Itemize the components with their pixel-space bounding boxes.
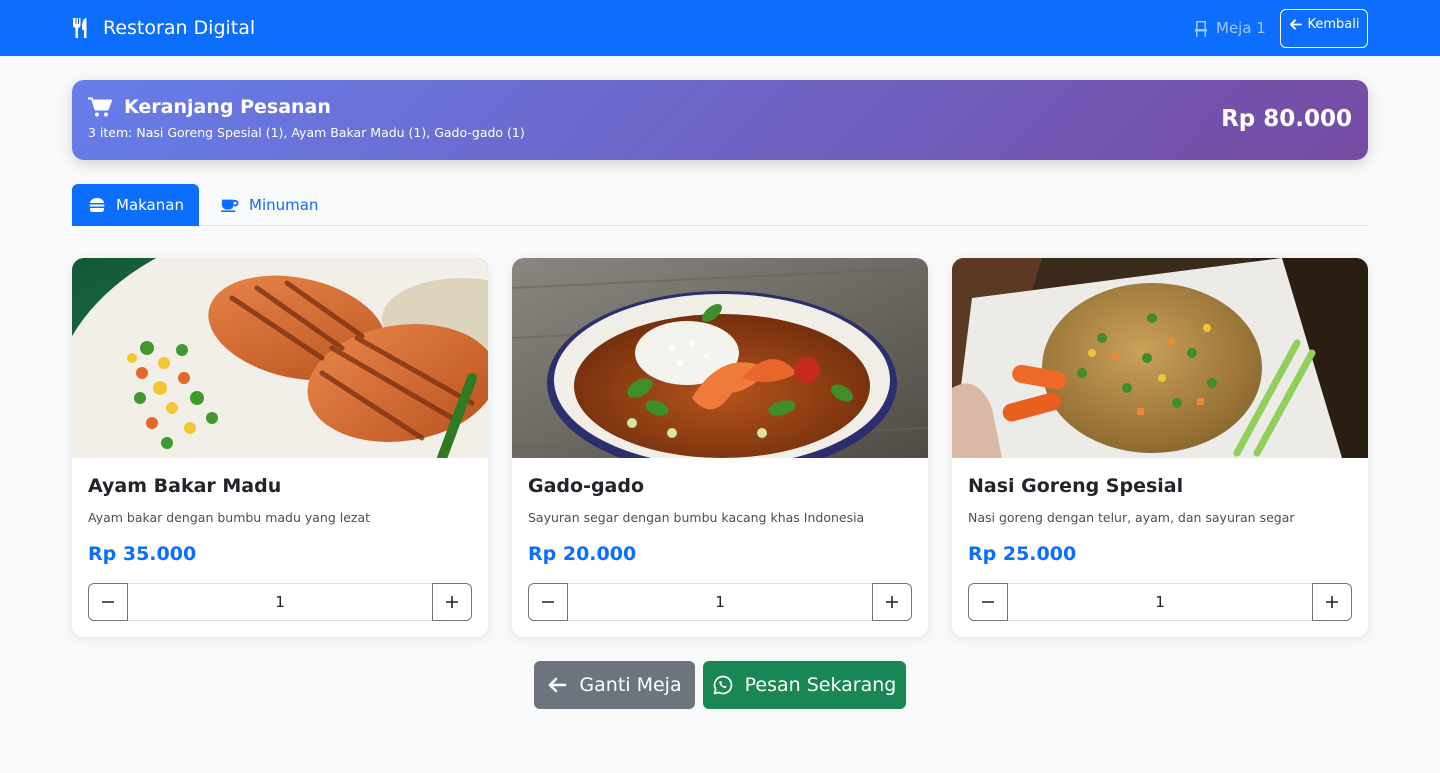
navbar-brand[interactable]: Restoran Digital — [72, 0, 255, 56]
decrease-quantity-button[interactable] — [968, 583, 1008, 621]
cart-icon — [88, 97, 112, 116]
chair-icon — [1195, 20, 1207, 37]
grilled-chicken-image — [72, 258, 488, 458]
menu-item-price: Rp 35.000 — [88, 543, 197, 565]
gado-gado-image — [512, 258, 928, 458]
minus-icon — [102, 601, 114, 603]
decrease-quantity-button[interactable] — [528, 583, 568, 621]
menu-item-description: Sayuran segar dengan bumbu kacang khas I… — [528, 510, 865, 525]
back-button-label: Kembali — [1307, 17, 1360, 32]
quantity-input[interactable] — [568, 583, 872, 621]
quantity-stepper — [528, 583, 912, 621]
back-button[interactable]: Kembali — [1280, 9, 1368, 48]
fried-rice-image — [952, 258, 1368, 458]
menu-card: Nasi Goreng Spesial Nasi goreng dengan t… — [952, 258, 1368, 637]
plus-icon — [446, 596, 458, 608]
whatsapp-icon — [713, 675, 732, 695]
menu-item-image — [952, 258, 1368, 458]
burger-icon — [89, 198, 105, 212]
order-now-label: Pesan Sekarang — [744, 674, 897, 696]
arrow-left-icon — [549, 677, 567, 693]
menu-card: Ayam Bakar Madu Ayam bakar dengan bumbu … — [72, 258, 488, 637]
category-tabs: Makanan Minuman — [72, 184, 1368, 226]
utensils-icon — [72, 18, 87, 38]
arrow-left-icon — [1289, 19, 1302, 30]
cart-items-summary: 3 item: Nasi Goreng Spesial (1), Ayam Ba… — [88, 125, 525, 140]
cart-title: Keranjang Pesanan — [88, 96, 331, 118]
quantity-input[interactable] — [128, 583, 432, 621]
table-label: Meja 1 — [1216, 19, 1266, 37]
minus-icon — [542, 601, 554, 603]
quantity-stepper — [968, 583, 1352, 621]
menu-item-name: Nasi Goreng Spesial — [968, 475, 1184, 497]
increase-quantity-button[interactable] — [432, 583, 472, 621]
change-table-button[interactable]: Ganti Meja — [534, 661, 695, 709]
navbar: Restoran Digital Meja 1 Kembali — [0, 0, 1440, 56]
menu-item-name: Gado-gado — [528, 475, 645, 497]
plus-icon — [1326, 596, 1338, 608]
tab-minuman[interactable]: Minuman — [221, 184, 318, 226]
tab-minuman-label: Minuman — [249, 196, 319, 214]
increase-quantity-button[interactable] — [872, 583, 912, 621]
brand-title: Restoran Digital — [103, 17, 256, 39]
decrease-quantity-button[interactable] — [88, 583, 128, 621]
menu-item-description: Nasi goreng dengan telur, ayam, dan sayu… — [968, 510, 1295, 525]
menu-item-name: Ayam Bakar Madu — [88, 475, 282, 497]
menu-item-price: Rp 25.000 — [968, 543, 1077, 565]
change-table-label: Ganti Meja — [579, 674, 682, 696]
quantity-stepper — [88, 583, 472, 621]
menu-item-image — [72, 258, 488, 458]
plus-icon — [886, 596, 898, 608]
increase-quantity-button[interactable] — [1312, 583, 1352, 621]
minus-icon — [982, 601, 994, 603]
menu-item-image — [512, 258, 928, 458]
cart-title-text: Keranjang Pesanan — [124, 96, 331, 118]
tab-makanan[interactable]: Makanan — [72, 184, 199, 226]
order-now-button[interactable]: Pesan Sekarang — [703, 661, 906, 709]
cart-total: Rp 80.000 — [1221, 106, 1352, 132]
menu-card: Gado-gado Sayuran segar dengan bumbu kac… — [512, 258, 928, 637]
table-indicator: Meja 1 — [1193, 0, 1266, 56]
menu-item-description: Ayam bakar dengan bumbu madu yang lezat — [88, 510, 371, 525]
quantity-input[interactable] — [1008, 583, 1312, 621]
tab-makanan-label: Makanan — [116, 196, 184, 214]
menu-item-price: Rp 20.000 — [528, 543, 637, 565]
cart-summary: Keranjang Pesanan 3 item: Nasi Goreng Sp… — [72, 80, 1368, 160]
coffee-icon — [221, 199, 239, 213]
